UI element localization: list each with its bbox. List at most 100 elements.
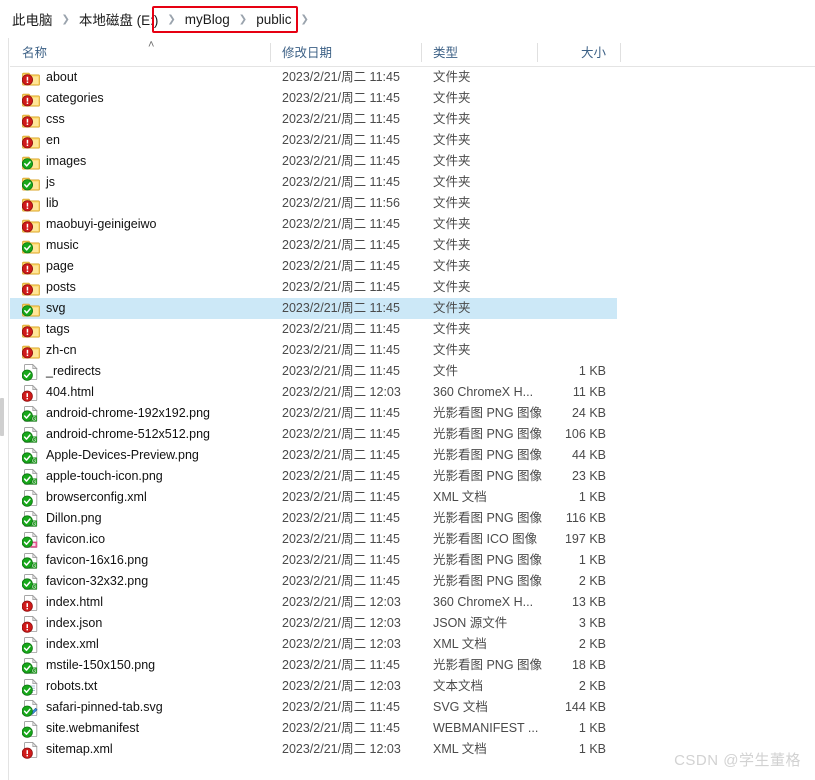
file-name: page xyxy=(46,259,74,273)
table-row[interactable]: maobuyi-geinigeiwo 2023/2/21/周二 11:45 文件夹 xyxy=(10,214,617,235)
file-type: 360 ChromeX H... xyxy=(433,595,534,609)
breadcrumb-item-myblog[interactable]: myBlog xyxy=(183,10,232,29)
breadcrumb[interactable]: 此电脑 ❯ 本地磁盘 (E:) ❯ myBlog ❯ public ❯ xyxy=(10,7,316,31)
file-date-modified: 2023/2/21/周二 12:03 xyxy=(282,385,401,399)
table-row[interactable]: browserconfig.xml 2023/2/21/周二 11:45 XML 文… xyxy=(10,487,617,508)
file-type: 光影看图 PNG 图像 xyxy=(433,406,543,420)
file-type: 光影看图 PNG 图像 xyxy=(433,511,543,525)
file-date-modified: 2023/2/21/周二 11:45 xyxy=(282,91,400,105)
file-date-modified: 2023/2/21/周二 11:45 xyxy=(282,364,400,378)
file-date-modified: 2023/2/21/周二 11:45 xyxy=(282,553,400,567)
breadcrumb-item-this-pc[interactable]: 此电脑 xyxy=(10,7,55,31)
table-row[interactable]: en 2023/2/21/周二 11:45 文件夹 xyxy=(10,130,617,151)
file-date-modified: 2023/2/21/周二 12:03 xyxy=(282,637,401,651)
file-size xyxy=(537,109,620,130)
table-row[interactable]: posts 2023/2/21/周二 11:45 文件夹 xyxy=(10,277,617,298)
breadcrumb-bar[interactable]: 此电脑 ❯ 本地磁盘 (E:) ❯ myBlog ❯ public ❯ xyxy=(0,0,815,38)
table-row[interactable]: 404.html 2023/2/21/周二 12:03 360 ChromeX H.… xyxy=(10,382,617,403)
file-size xyxy=(537,193,620,214)
file-type: 文件夹 xyxy=(433,175,471,189)
file-type: 光影看图 PNG 图像 xyxy=(433,658,543,672)
table-row[interactable]: page 2023/2/21/周二 11:45 文件夹 xyxy=(10,256,617,277)
breadcrumb-item-local-disk-e[interactable]: 本地磁盘 (E:) xyxy=(77,7,161,31)
file-size: 1 KB xyxy=(578,553,606,567)
file-name: Dillon.png xyxy=(46,511,102,525)
file-name: safari-pinned-tab.svg xyxy=(46,700,163,714)
table-row[interactable]: Gapple-touch-icon.png 2023/2/21/周二 11:45 光… xyxy=(10,466,617,487)
table-row[interactable]: categories 2023/2/21/周二 11:45 文件夹 xyxy=(10,88,617,109)
table-row[interactable]: tags 2023/2/21/周二 11:45 文件夹 xyxy=(10,319,617,340)
file-name: mstile-150x150.png xyxy=(46,658,156,672)
sort-ascending-icon: ˄ xyxy=(148,39,155,51)
column-header-date-modified[interactable]: 修改日期 xyxy=(270,38,421,66)
table-row[interactable]: js 2023/2/21/周二 11:45 文件夹 xyxy=(10,172,617,193)
table-row[interactable]: css 2023/2/21/周二 11:45 文件夹 xyxy=(10,109,617,130)
file-size xyxy=(537,151,620,172)
table-row[interactable]: sitemap.xml 2023/2/21/周二 12:03 XML 文档 1 KB xyxy=(10,739,617,760)
file-size xyxy=(537,277,620,298)
file-size xyxy=(537,298,620,319)
table-row[interactable]: Gmstile-150x150.png 2023/2/21/周二 11:45 光影看… xyxy=(10,655,617,676)
file-type: 360 ChromeX H... xyxy=(433,385,534,399)
column-header-name[interactable]: 名称 xyxy=(10,38,270,66)
file-name: _redirects xyxy=(46,364,101,378)
table-row[interactable]: index.html 2023/2/21/周二 12:03 360 ChromeX … xyxy=(10,592,617,613)
table-row[interactable]: G Dillon.png 2023/2/21/周二 11:45 光影看图 PNG 图像… xyxy=(10,508,617,529)
table-row-selected[interactable]: svg 2023/2/21/周二 11:45 文件夹 xyxy=(10,298,617,319)
file-size: 1 KB xyxy=(578,721,606,735)
file-date-modified: 2023/2/21/周二 11:45 xyxy=(282,490,400,504)
file-size xyxy=(537,172,620,193)
file-name: index.json xyxy=(46,616,103,630)
csdn-watermark: CSDN @学生董格 xyxy=(674,752,801,769)
file-date-modified: 2023/2/21/周二 11:45 xyxy=(282,700,400,714)
file-name: zh-cn xyxy=(46,343,77,357)
file-date-modified: 2023/2/21/周二 11:45 xyxy=(282,175,400,189)
file-size: 1 KB xyxy=(578,364,606,378)
file-name: favicon.ico xyxy=(46,532,106,546)
table-row[interactable]: Gfavicon-16x16.png 2023/2/21/周二 11:45 光影看图… xyxy=(10,550,617,571)
file-type: 文件夹 xyxy=(433,70,471,84)
file-name: images xyxy=(46,154,87,168)
file-type: 文件夹 xyxy=(433,301,471,315)
table-row[interactable]: robots.txt 2023/2/21/周二 12:03 文本文档 2 KB xyxy=(10,676,617,697)
table-row[interactable]: Gfavicon-32x32.png 2023/2/21/周二 11:45 光影看图… xyxy=(10,571,617,592)
table-row[interactable]: index.json 2023/2/21/周二 12:03 JSON 源文件 3 KB xyxy=(10,613,617,634)
file-size: 11 KB xyxy=(572,385,606,399)
file-size: 23 KB xyxy=(571,469,606,483)
file-size xyxy=(537,235,620,256)
file-size: 197 KB xyxy=(564,532,606,546)
file-date-modified: 2023/2/21/周二 11:45 xyxy=(282,448,400,462)
column-header-size[interactable]: 大小 xyxy=(537,38,620,66)
file-type: 文件夹 xyxy=(433,343,471,357)
table-row[interactable]: G Apple-Devices-Preview.png 2023/2/21/周二 1… xyxy=(10,445,617,466)
file-list[interactable]: about 2023/2/21/周二 11:45 文件夹 categories 2023… xyxy=(10,67,815,780)
table-row[interactable]: index.xml 2023/2/21/周二 12:03 XML 文档 2 KB xyxy=(10,634,617,655)
chevron-right-icon: ❯ xyxy=(61,13,70,25)
table-row[interactable]: zh-cn 2023/2/21/周二 11:45 文件夹 xyxy=(10,340,617,361)
file-type: XML 文档 xyxy=(433,490,487,504)
table-row[interactable]: site.webmanifest 2023/2/21/周二 11:45 WEBMAN… xyxy=(10,718,617,739)
table-row[interactable]: safari-pinned-tab.svg 2023/2/21/周二 11:45 S… xyxy=(10,697,617,718)
breadcrumb-item-public[interactable]: public xyxy=(254,10,293,29)
splitter-grip[interactable] xyxy=(0,398,4,436)
table-row[interactable]: Gandroid-chrome-512x512.png 2023/2/21/周二 … xyxy=(10,424,617,445)
file-type: 文件夹 xyxy=(433,238,471,252)
table-row[interactable]: Gandroid-chrome-192x192.png 2023/2/21/周二 … xyxy=(10,403,617,424)
column-divider[interactable] xyxy=(620,43,621,62)
table-row[interactable]: music 2023/2/21/周二 11:45 文件夹 xyxy=(10,235,617,256)
file-date-modified: 2023/2/21/周二 11:45 xyxy=(282,259,400,273)
file-size xyxy=(537,130,620,151)
file-name: favicon-16x16.png xyxy=(46,553,149,567)
table-row[interactable]: _redirects 2023/2/21/周二 11:45 文件 1 KB xyxy=(10,361,617,382)
file-size xyxy=(537,340,620,361)
navigation-pane-splitter[interactable] xyxy=(0,38,9,780)
file-type: 文件夹 xyxy=(433,217,471,231)
column-header-type[interactable]: 类型 xyxy=(421,38,537,66)
table-row[interactable]: about 2023/2/21/周二 11:45 文件夹 xyxy=(10,67,617,88)
table-row[interactable]: lib 2023/2/21/周二 11:56 文件夹 xyxy=(10,193,617,214)
file-name: 404.html xyxy=(46,385,94,399)
table-row[interactable]: favicon.ico 2023/2/21/周二 11:45 光影看图 ICO 图像… xyxy=(10,529,617,550)
file-date-modified: 2023/2/21/周二 12:03 xyxy=(282,679,401,693)
table-row[interactable]: images 2023/2/21/周二 11:45 文件夹 xyxy=(10,151,617,172)
file-size xyxy=(537,256,620,277)
